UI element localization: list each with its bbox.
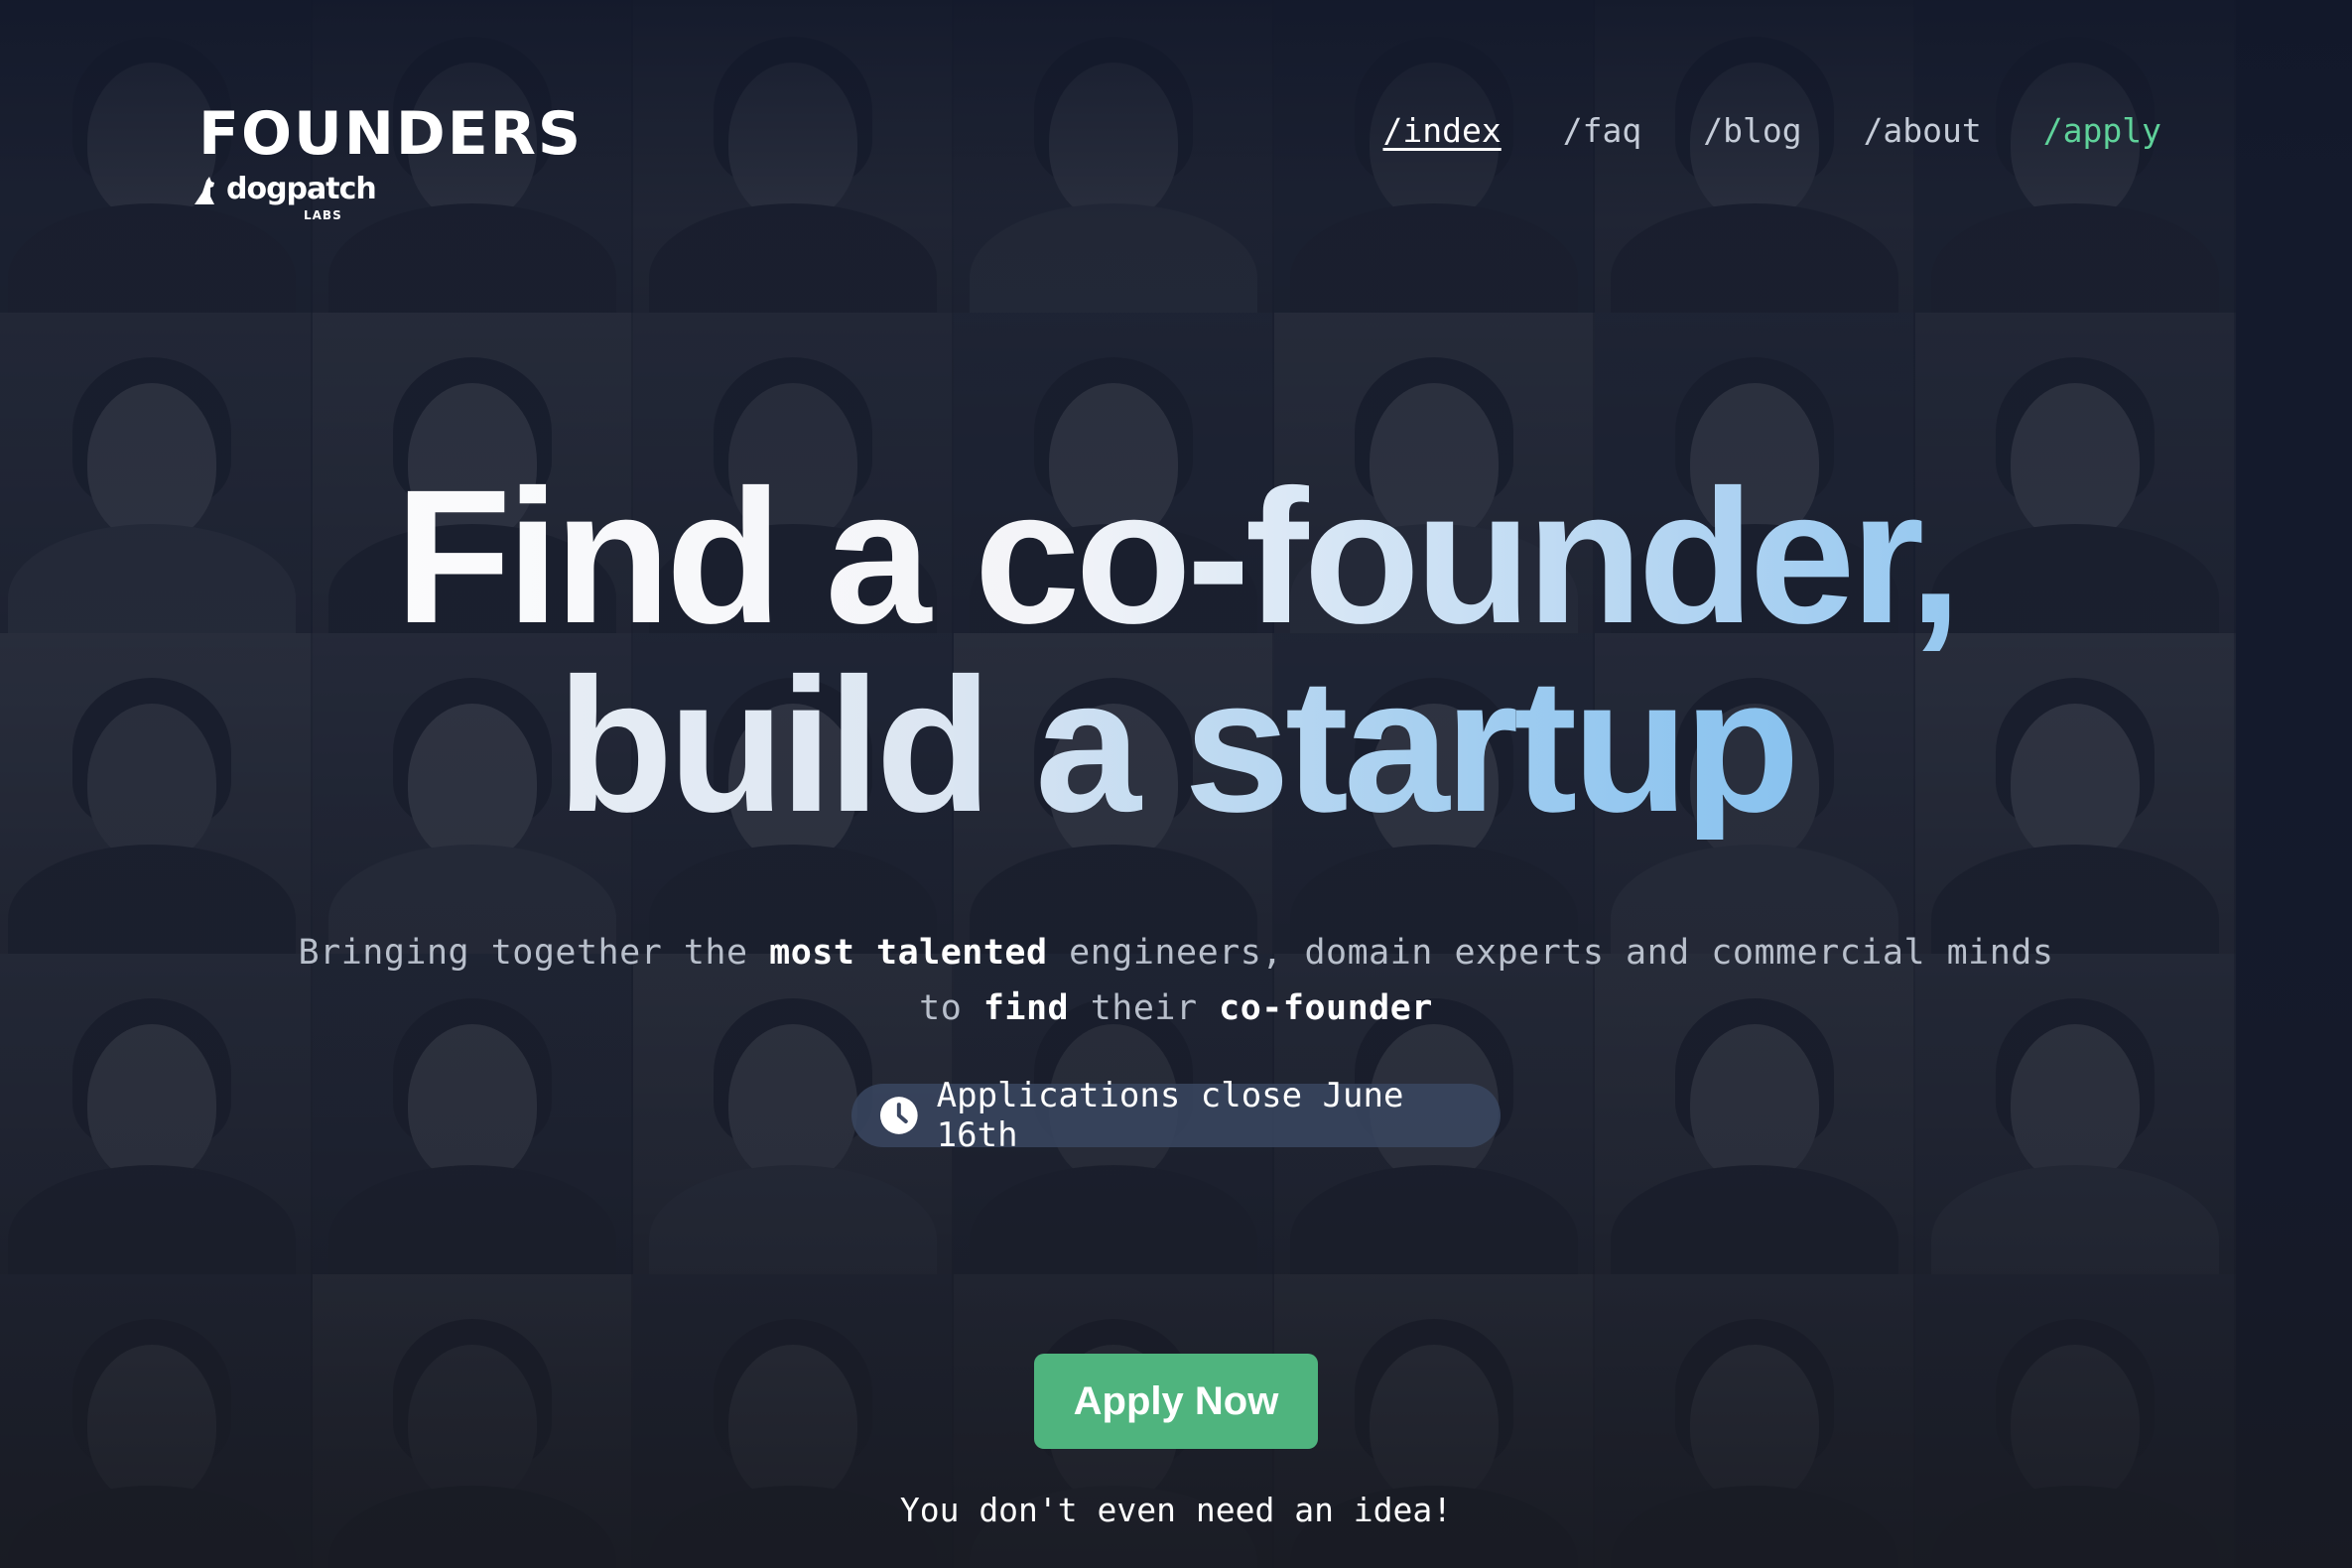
dog-silhouette-icon bbox=[195, 177, 214, 204]
hero-line-2: build a startup bbox=[0, 650, 2352, 841]
site-header: FOUNDERS dogpatch LABS /index /faq /blog… bbox=[0, 0, 2352, 258]
founders-logo[interactable]: FOUNDERS dogpatch LABS bbox=[195, 99, 584, 222]
subtitle-text: their bbox=[1069, 988, 1220, 1028]
deadline-text: Applications close June 16th bbox=[936, 1076, 1404, 1155]
hero-line-1: Find a co-founder, bbox=[0, 461, 2352, 652]
apply-now-button[interactable]: Apply Now bbox=[1034, 1354, 1318, 1449]
subtitle-emphasis: co-founder bbox=[1219, 988, 1433, 1028]
partner-suffix: LABS bbox=[304, 208, 342, 222]
subtitle-text: to bbox=[919, 988, 983, 1028]
nav-link-faq[interactable]: /faq bbox=[1563, 111, 1641, 150]
subtitle-emphasis: most talented bbox=[769, 933, 1048, 973]
subtitle-text: Bringing together the bbox=[298, 933, 770, 973]
dogpatch-labs-logo: dogpatch LABS bbox=[193, 172, 377, 222]
main-nav: /index /faq /blog /about /apply bbox=[1383, 111, 2161, 150]
logo-title: FOUNDERS bbox=[198, 99, 584, 169]
tagline: You don't even need an idea! bbox=[899, 1491, 1453, 1529]
nav-link-apply[interactable]: /apply bbox=[2043, 111, 2161, 150]
deadline-badge: Applications close June 16th bbox=[851, 1076, 1501, 1155]
clock-icon bbox=[879, 1097, 918, 1134]
subtitle-text: engineers, domain experts and commercial… bbox=[1047, 933, 2054, 973]
subtitle-emphasis: find bbox=[982, 988, 1070, 1028]
nav-link-index[interactable]: /index bbox=[1383, 111, 1502, 150]
nav-link-about[interactable]: /about bbox=[1864, 111, 1982, 150]
partner-name: dogpatch bbox=[226, 172, 377, 206]
hero-subtitle: Bringing together the most talented engi… bbox=[0, 925, 2352, 1036]
nav-link-blog[interactable]: /blog bbox=[1703, 111, 1801, 150]
hero-headline: Find a co-founder, build a startup bbox=[0, 461, 2352, 841]
